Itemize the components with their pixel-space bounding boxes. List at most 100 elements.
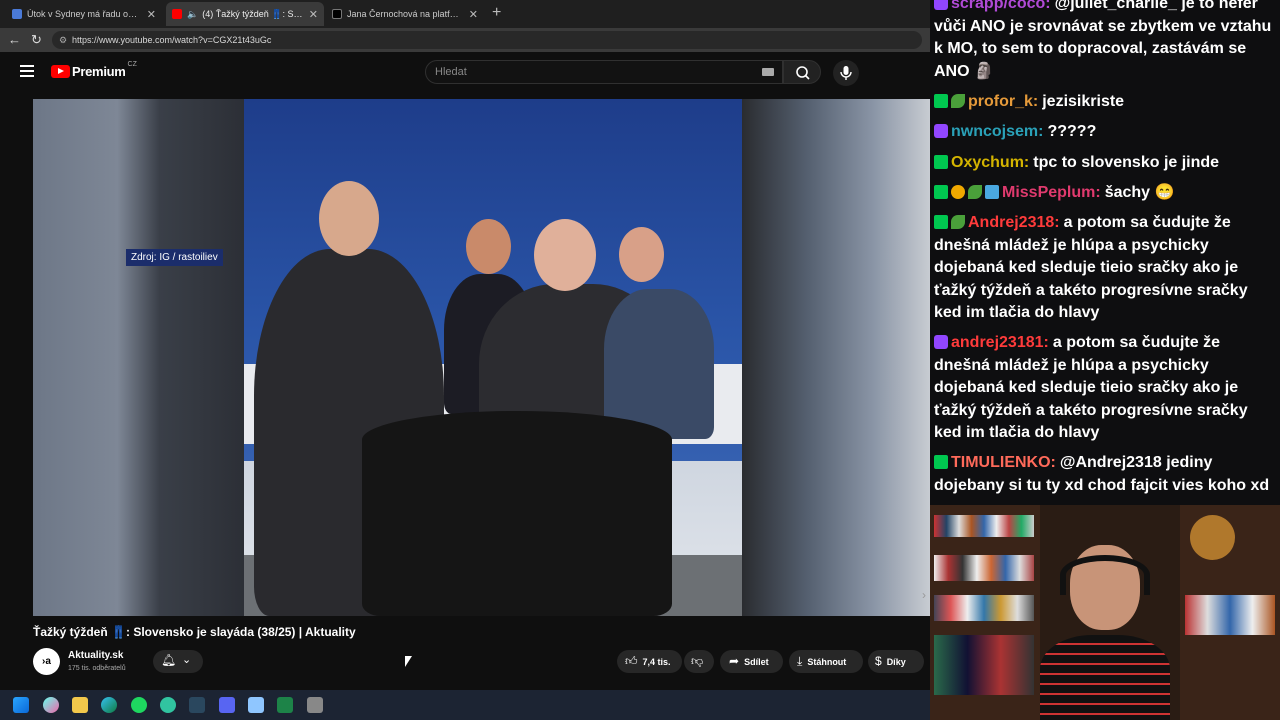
streamer-shirt [1040, 635, 1170, 720]
chat-message: andrej23181: a potom sa čudujte že dnešná… [934, 332, 1278, 445]
purple-badge-icon[interactable] [934, 0, 948, 10]
cube-badge-icon[interactable] [985, 185, 999, 199]
news-favicon-icon [12, 9, 22, 19]
file-explorer-icon[interactable] [72, 697, 88, 713]
youtube-play-icon [51, 65, 70, 78]
channel-name[interactable]: Aktuality.sk [68, 650, 123, 661]
green-badge-icon[interactable] [934, 185, 948, 199]
stream-chat: scrapp/coco: @juliet_charlie_ je to nefér… [930, 0, 1280, 505]
chat-username[interactable]: Andrej2318: [968, 214, 1060, 231]
download-icon: ⤓ [797, 654, 803, 668]
green-badge-icon[interactable] [934, 155, 948, 169]
reload-icon[interactable]: ↻ [31, 32, 42, 48]
notepad-icon[interactable] [248, 697, 264, 713]
chat-username[interactable]: nwncojsem: [951, 123, 1043, 140]
search-icon [796, 66, 810, 80]
close-icon[interactable]: ✕ [147, 8, 156, 21]
spotify-icon[interactable] [131, 697, 147, 713]
steam-icon[interactable] [189, 697, 205, 713]
x-favicon-icon [332, 9, 342, 19]
leaf-badge-icon[interactable] [951, 215, 965, 229]
chat-message: Andrej2318: a potom sa čudujte že dnešná … [934, 212, 1278, 325]
edge-icon[interactable] [101, 697, 117, 713]
streamer [1040, 525, 1170, 720]
head [534, 219, 596, 291]
chat-username[interactable]: profor_k: [968, 93, 1038, 110]
video-title-suffix: : Slovensko je slayáda (38/25) | Aktuali… [126, 625, 356, 639]
calculator-icon[interactable] [307, 697, 323, 713]
youtube-favicon-icon [172, 9, 182, 19]
discord-icon[interactable] [219, 697, 235, 713]
subscriber-count: 175 tis. odběratelů [68, 665, 126, 672]
green-badge-icon[interactable] [934, 455, 948, 469]
windows-taskbar [0, 690, 930, 720]
chevron-right-icon[interactable]: › [922, 588, 926, 602]
close-icon[interactable]: ✕ [309, 8, 318, 21]
green-badge-icon[interactable] [934, 94, 948, 108]
video-title: Ťažký týždeň 👖: Slovensko je slayáda (38… [33, 625, 356, 639]
address-bar[interactable]: ⚙ https://www.youtube.com/watch?v=CGX21t… [52, 31, 922, 49]
video-frame [244, 99, 742, 616]
tab-title: (4) Ťažký týždeň 👖: Slovenské [202, 8, 303, 19]
youtube-logo[interactable]: Premium CZ [51, 61, 137, 79]
head [466, 219, 511, 274]
thanks-button[interactable]: $ Díky [868, 650, 924, 673]
close-icon[interactable]: ✕ [469, 8, 478, 21]
copilot-icon[interactable] [43, 697, 59, 713]
mouse-cursor [405, 656, 412, 667]
person-right [604, 289, 714, 439]
video-player[interactable]: Zdroj: IG / rastoiliev [33, 99, 930, 616]
purple-badge-icon[interactable] [934, 124, 948, 138]
leaf-badge-icon[interactable] [951, 94, 965, 108]
bell-icon: 🔔︎ [161, 653, 177, 667]
excel-icon[interactable] [277, 697, 293, 713]
site-info-icon[interactable]: ⚙ [59, 31, 67, 49]
back-icon[interactable]: ← [8, 32, 21, 47]
menu-icon[interactable] [20, 65, 34, 77]
new-tab-icon[interactable]: + [492, 4, 501, 22]
tab-youtube[interactable]: 🔈 (4) Ťažký týždeň 👖: Slovenské ✕ [166, 2, 324, 26]
books [1185, 595, 1275, 635]
share-label: Sdílet [744, 657, 769, 667]
podium [362, 411, 672, 616]
search-button[interactable] [783, 60, 821, 84]
tab-bar: Útok v Sydney má řadu obětí. C ✕ 🔈 (4) Ť… [0, 0, 930, 28]
dislike-button[interactable]: 👎︎ [684, 650, 714, 673]
thumbs-up-icon: 👍︎ [625, 654, 638, 668]
keyboard-icon[interactable] [762, 68, 774, 76]
chat-username[interactable]: Oxychum: [951, 154, 1029, 171]
green-light [934, 635, 1034, 695]
webcam-feed [930, 505, 1280, 720]
chat-text: ????? [1047, 123, 1097, 140]
voice-search-button[interactable] [833, 60, 859, 86]
chat-username[interactable]: TIMULIENKO: [951, 454, 1056, 471]
notifications-button[interactable]: 🔔︎ ⌄ [153, 650, 203, 673]
chat-username[interactable]: MissPeplum: [1002, 184, 1101, 201]
chat-message: nwncojsem:????? [934, 121, 1278, 144]
logo-word: Premium [72, 64, 126, 79]
search-input[interactable]: Hledat [425, 60, 783, 84]
head [319, 181, 379, 256]
purple-badge-icon[interactable] [934, 335, 948, 349]
chat-message: TIMULIENKO: @Andrej2318 jediny dojebany s… [934, 452, 1278, 497]
like-button[interactable]: 👍︎ 7,4 tis. [617, 650, 682, 673]
chat-username[interactable]: andrej23181: [951, 334, 1049, 351]
chrome-like-icon[interactable] [160, 697, 176, 713]
gold-badge-icon[interactable] [951, 185, 965, 199]
chat-username[interactable]: scrapp/coco: [951, 0, 1051, 12]
leaf-badge-icon[interactable] [968, 185, 982, 199]
share-button[interactable]: ➦ Sdílet [720, 650, 783, 673]
share-icon: ➦ [729, 654, 740, 668]
audio-icon[interactable]: 🔈 [187, 9, 198, 20]
channel-avatar[interactable]: ›a [33, 648, 60, 675]
books [934, 555, 1034, 581]
tab-news[interactable]: Útok v Sydney má řadu obětí. C ✕ [6, 2, 162, 26]
head [619, 227, 664, 282]
microphone-icon [840, 66, 852, 80]
green-badge-icon[interactable] [934, 215, 948, 229]
navigation-bar: ← ↻ ⚙ https://www.youtube.com/watch?v=CG… [0, 28, 930, 52]
tab-x[interactable]: Jana Černochová na platformě X: ✕ [326, 2, 484, 26]
download-button[interactable]: ⤓ Stáhnout [789, 650, 863, 673]
chat-message: MissPeplum: šachy 😁 [934, 182, 1278, 205]
windows-start-icon[interactable] [13, 697, 29, 713]
